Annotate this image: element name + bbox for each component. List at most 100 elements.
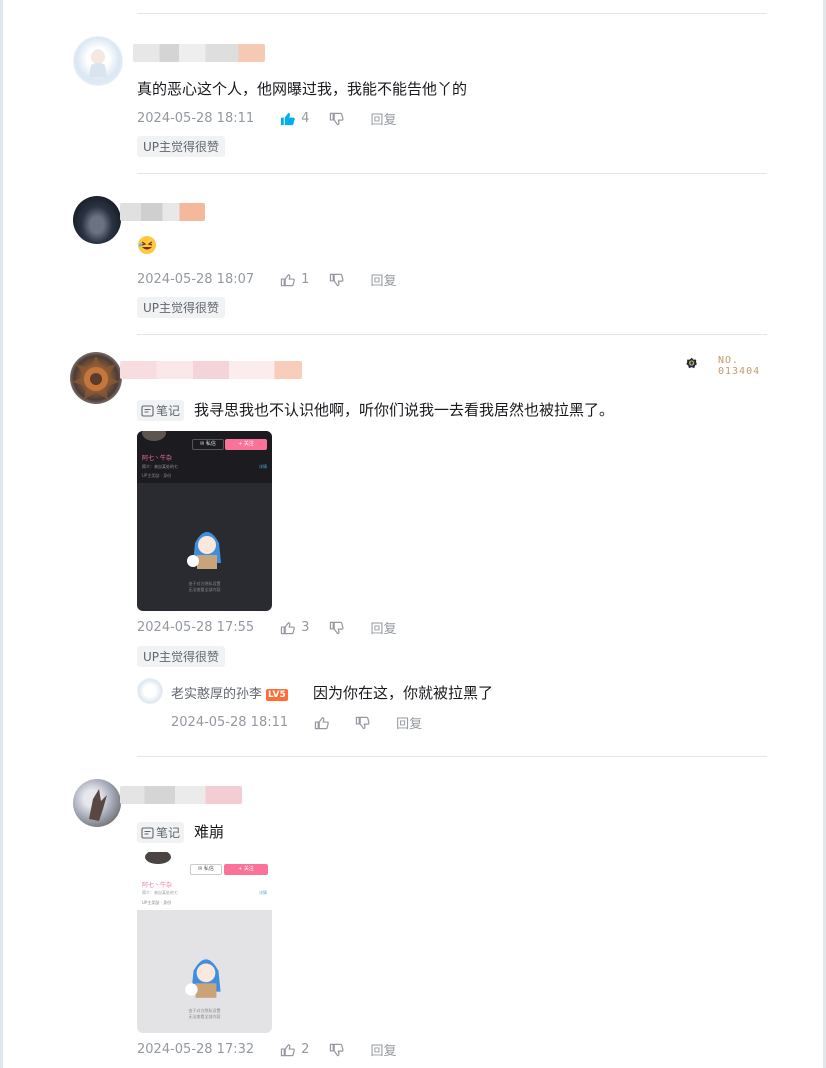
profile-tags: UP主奖励 · 身份 bbox=[142, 473, 172, 478]
mascot-icon bbox=[187, 532, 221, 569]
comment-meta: 2024-05-28 17:32 2 回复 bbox=[137, 1040, 396, 1059]
window-left-border bbox=[0, 0, 3, 1068]
like-count: 3 bbox=[301, 620, 310, 635]
profile-tags: UP主奖励 · 身份 bbox=[142, 900, 172, 905]
like-count: 4 bbox=[301, 111, 310, 126]
fan-medal-icon bbox=[686, 357, 697, 369]
message-button: ✉ 私信 bbox=[190, 864, 222, 875]
like-button[interactable] bbox=[314, 716, 335, 730]
comment-emoji bbox=[137, 235, 157, 259]
sub-reply-name: 老实憨厚的孙李 bbox=[171, 687, 263, 702]
fan-medal-number: NO. 013404 bbox=[718, 355, 760, 377]
comment-meta: 2024-05-28 18:11 4 回复 bbox=[137, 109, 396, 128]
thumbs-up-icon bbox=[280, 621, 296, 634]
like-button[interactable]: 2 bbox=[280, 1042, 309, 1057]
sub-reply-avatar[interactable] bbox=[137, 678, 163, 704]
thumbs-up-icon bbox=[281, 112, 295, 125]
like-button[interactable]: 1 bbox=[280, 272, 309, 287]
sub-reply-text: 因为你在这，你就被拉黑了 bbox=[313, 684, 494, 702]
comment-text: 真的恶心这个人，他网曝过我，我能不能告他丫的 bbox=[137, 80, 468, 98]
thumbs-up-icon bbox=[314, 716, 330, 729]
username-blurred[interactable] bbox=[120, 786, 242, 804]
profile-bio: 简介：来自某处的七 bbox=[142, 464, 178, 469]
detail-link: 详情 bbox=[259, 464, 267, 469]
comment-image[interactable]: ✉ 私信 + 关注 阿七丶牛杂 简介：来自某处的七 详情 UP主奖励 · 身份 … bbox=[137, 852, 272, 1033]
comment-text: 我寻思我也不认识他啊，听你们说我一去看我居然也被拉黑了。 bbox=[194, 401, 615, 419]
profile-name: 阿七丶牛杂 bbox=[142, 882, 173, 889]
dislike-button[interactable] bbox=[329, 112, 344, 126]
divider bbox=[137, 756, 767, 757]
divider bbox=[137, 334, 767, 335]
username-blurred[interactable] bbox=[120, 203, 205, 221]
up-liked-tag: UP主觉得很赞 bbox=[137, 646, 226, 667]
note-tag[interactable]: 笔记 bbox=[137, 822, 185, 843]
sub-reply-time: 2024-05-28 18:11 bbox=[171, 715, 289, 730]
empty-notice-line2: 无法查看全部内容 bbox=[188, 1014, 221, 1019]
dislike-button[interactable] bbox=[329, 621, 344, 635]
thumbs-down-icon bbox=[330, 112, 344, 125]
reply-button[interactable]: 回复 bbox=[370, 270, 396, 289]
follow-button: + 关注 bbox=[225, 439, 267, 450]
like-count: 1 bbox=[301, 272, 310, 287]
avatar-frame-icon bbox=[72, 356, 120, 400]
reply-button[interactable]: 回复 bbox=[370, 618, 396, 637]
avatar[interactable] bbox=[73, 779, 121, 827]
note-tag[interactable]: 笔记 bbox=[137, 400, 185, 421]
medal-line-2: 013404 bbox=[718, 366, 761, 377]
like-button[interactable]: 4 bbox=[280, 111, 309, 126]
profile-name: 阿七丶牛杂 bbox=[142, 455, 173, 462]
comment-meta: 2024-05-28 17:55 3 回复 bbox=[137, 618, 396, 637]
reply-button[interactable]: 回复 bbox=[370, 109, 396, 128]
empty-notice: 由于对方隐私设置 无法查看全部内容 bbox=[137, 1008, 272, 1020]
hand-gesture-icon bbox=[89, 789, 107, 821]
profile-bio: 简介：来自某处的七 bbox=[142, 890, 178, 895]
avatar-figure-icon bbox=[89, 49, 107, 77]
comment-text-row: 笔记 难崩 bbox=[137, 821, 224, 843]
thumbs-down-icon bbox=[330, 621, 344, 634]
dislike-button[interactable] bbox=[329, 273, 344, 287]
note-label: 笔记 bbox=[156, 826, 181, 840]
comment-time: 2024-05-28 18:11 bbox=[137, 111, 255, 126]
note-icon bbox=[141, 404, 154, 417]
up-liked-tag: UP主觉得很赞 bbox=[137, 297, 226, 318]
message-button: ✉ 私信 bbox=[192, 439, 224, 450]
mascot-icon bbox=[185, 959, 221, 998]
detail-link: 详情 bbox=[259, 890, 267, 895]
username-blurred[interactable] bbox=[133, 44, 265, 62]
like-count: 2 bbox=[301, 1042, 310, 1057]
follow-button: + 关注 bbox=[224, 864, 268, 875]
dislike-button[interactable] bbox=[329, 1043, 344, 1057]
like-button[interactable]: 3 bbox=[280, 620, 309, 635]
dislike-button[interactable] bbox=[355, 716, 370, 730]
comment-text: 难崩 bbox=[194, 823, 225, 841]
thumbs-down-icon bbox=[330, 1043, 344, 1056]
avatar[interactable] bbox=[73, 36, 123, 86]
thumbs-up-icon bbox=[280, 273, 296, 286]
laughing-emoji-icon bbox=[138, 236, 156, 254]
comment-image[interactable]: ✉ 私信 + 关注 阿七丶牛杂 简介：来自某处的七 详情 UP主奖励 · 身份 … bbox=[137, 431, 272, 611]
sub-reply-username[interactable]: 老实憨厚的孙李 LV5 bbox=[171, 683, 288, 702]
comment-time: 2024-05-28 18:07 bbox=[137, 272, 255, 287]
thumbs-down-icon bbox=[330, 273, 344, 286]
comment-text-row: 笔记 我寻思我也不认识他啊，听你们说我一去看我居然也被拉黑了。 bbox=[137, 399, 614, 421]
empty-notice-line2: 无法查看全部内容 bbox=[188, 587, 221, 592]
divider bbox=[137, 13, 767, 14]
comment-time: 2024-05-28 17:32 bbox=[137, 1042, 255, 1057]
comment-time: 2024-05-28 17:55 bbox=[137, 620, 255, 635]
note-label: 笔记 bbox=[156, 404, 181, 418]
reply-button[interactable]: 回复 bbox=[370, 1040, 396, 1059]
level-badge: LV5 bbox=[266, 688, 288, 701]
empty-notice: 由于对方隐私设置 无法查看全部内容 bbox=[137, 581, 272, 593]
note-icon bbox=[141, 826, 154, 839]
divider bbox=[137, 173, 767, 174]
sub-reply-meta: 2024-05-28 18:11 回复 bbox=[171, 713, 422, 732]
medal-line-1: NO. bbox=[718, 355, 740, 366]
avatar[interactable] bbox=[73, 196, 121, 244]
avatar[interactable] bbox=[70, 352, 122, 404]
comment-meta: 2024-05-28 18:07 1 回复 bbox=[137, 270, 396, 289]
thumbs-down-icon bbox=[355, 716, 370, 729]
username-blurred[interactable] bbox=[120, 361, 302, 379]
reply-button[interactable]: 回复 bbox=[396, 713, 422, 732]
up-liked-tag: UP主觉得很赞 bbox=[137, 136, 226, 157]
thumbs-up-icon bbox=[280, 1043, 296, 1056]
